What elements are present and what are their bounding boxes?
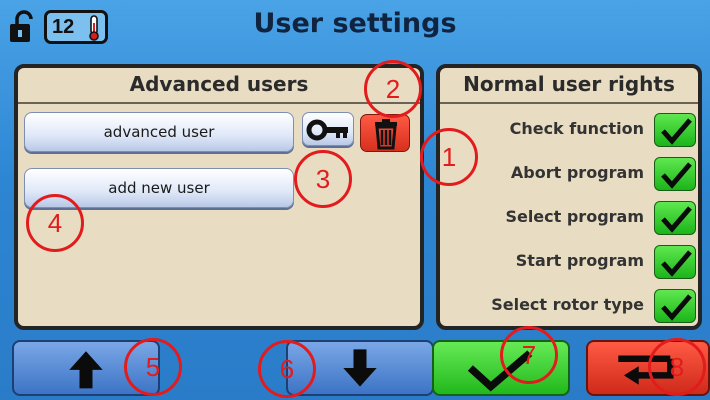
delete-user-button[interactable]: [360, 114, 410, 152]
advanced-user-button[interactable]: advanced user: [24, 112, 294, 152]
select-rotor-type-checkbox[interactable]: [654, 289, 696, 323]
normal-user-rights-title: Normal user rights: [463, 72, 675, 96]
right-row-select-program: Select program: [446, 198, 696, 238]
header: 12 User settings: [0, 0, 710, 52]
annotation-number: 6: [279, 353, 295, 384]
annotation-number: 1: [441, 141, 457, 172]
annotation-marker: 6: [258, 340, 316, 398]
right-label: Abort program: [510, 163, 644, 182]
panel-divider: [18, 102, 420, 104]
right-row-abort-program: Abort program: [446, 154, 696, 194]
annotation-marker: 4: [26, 194, 84, 252]
checkmark-icon: [661, 118, 692, 145]
password-key-button[interactable]: [302, 112, 354, 146]
annotation-number: 5: [145, 351, 161, 382]
annotation-number: 4: [47, 207, 63, 238]
select-program-checkbox[interactable]: [654, 201, 696, 235]
right-label: Check function: [509, 119, 644, 138]
abort-program-checkbox[interactable]: [654, 157, 696, 191]
trash-icon: [375, 119, 397, 150]
right-label: Select rotor type: [491, 295, 644, 314]
checkmark-icon: [661, 294, 692, 321]
right-row-check-function: Check function: [446, 110, 696, 150]
check-function-checkbox[interactable]: [654, 113, 696, 147]
advanced-users-panel: Advanced users advanced user add new use…: [14, 64, 424, 330]
user-settings-screen: 12 User settings Advanced users advanced…: [0, 0, 710, 400]
right-row-select-rotor-type: Select rotor type: [446, 286, 696, 326]
checkmark-icon: [661, 206, 692, 233]
annotation-number: 7: [521, 339, 537, 370]
right-label: Select program: [505, 207, 644, 226]
annotation-marker: 7: [500, 326, 558, 384]
bottom-bar: [0, 336, 710, 400]
annotation-number: 8: [669, 351, 685, 382]
annotation-marker: 1: [420, 128, 478, 186]
annotation-marker: 2: [364, 60, 422, 118]
advanced-users-title: Advanced users: [129, 72, 309, 96]
right-row-start-program: Start program: [446, 242, 696, 282]
page-title: User settings: [253, 8, 457, 39]
panel-divider: [440, 102, 698, 104]
normal-user-rights-panel: Normal user rights Check function Abort …: [436, 64, 702, 330]
right-label: Start program: [515, 251, 644, 270]
checkmark-icon: [661, 250, 692, 277]
annotation-marker: 5: [124, 338, 182, 396]
annotation-marker: 8: [648, 338, 706, 396]
start-program-checkbox[interactable]: [654, 245, 696, 279]
key-icon: [306, 119, 348, 141]
annotation-number: 3: [315, 163, 331, 194]
checkmark-icon: [661, 162, 692, 189]
annotation-marker: 3: [294, 150, 352, 208]
annotation-number: 2: [385, 73, 401, 104]
